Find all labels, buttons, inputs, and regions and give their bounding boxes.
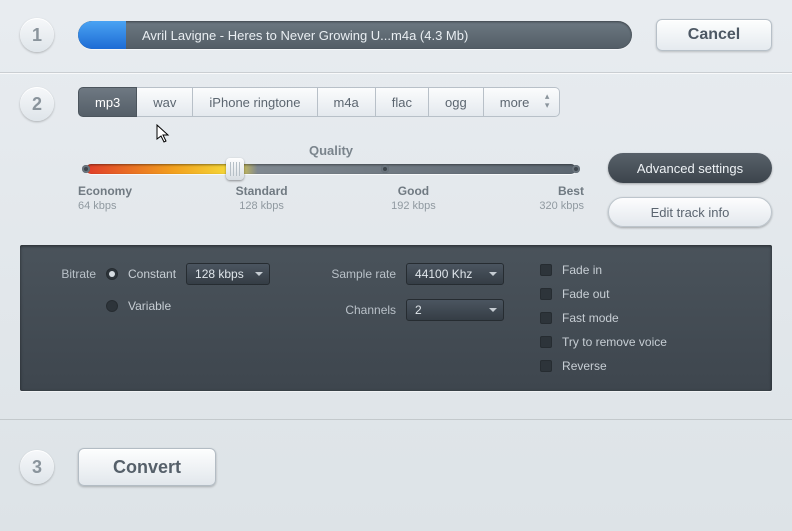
quality-title: Quality <box>78 143 584 158</box>
fade-out-label: Fade out <box>562 287 609 301</box>
step2-badge: 2 <box>20 87 54 121</box>
step1-badge: 1 <box>20 18 54 52</box>
fade-out-checkbox[interactable] <box>540 288 552 300</box>
sample-rate-select[interactable]: 44100 Khz <box>406 263 504 285</box>
reverse-label: Reverse <box>562 359 607 373</box>
tab-more[interactable]: more ▴▾ <box>484 87 561 117</box>
channels-label: Channels <box>306 303 396 317</box>
quality-good-kbps: 192 kbps <box>391 200 436 212</box>
quality-economy-kbps: 64 kbps <box>78 200 132 212</box>
quality-best-label: Best <box>539 184 584 198</box>
bitrate-constant-label: Constant <box>128 267 176 281</box>
file-progress-pill: Avril Lavigne - Heres to Never Growing U… <box>78 21 632 49</box>
reverse-checkbox[interactable] <box>540 360 552 372</box>
remove-voice-label: Try to remove voice <box>562 335 667 349</box>
quality-standard-label: Standard <box>236 184 288 198</box>
tab-more-label: more <box>500 95 530 110</box>
tab-ogg[interactable]: ogg <box>429 87 484 117</box>
upload-progress-bar <box>78 21 126 49</box>
sample-rate-label: Sample rate <box>306 267 396 281</box>
step2-row: 2 mp3 wav iPhone ringtone m4a flac ogg m… <box>0 73 792 227</box>
tab-mp3[interactable]: mp3 <box>78 87 137 117</box>
bitrate-variable-label: Variable <box>128 299 171 313</box>
quality-slider-thumb[interactable] <box>226 158 244 180</box>
step3-badge: 3 <box>20 450 54 484</box>
bitrate-variable-radio[interactable] <box>106 300 118 312</box>
bitrate-select[interactable]: 128 kbps <box>186 263 270 285</box>
bitrate-constant-radio[interactable] <box>106 268 118 280</box>
quality-good-label: Good <box>391 184 436 198</box>
edit-track-info-button[interactable]: Edit track info <box>608 197 772 227</box>
fade-in-label: Fade in <box>562 263 602 277</box>
fast-mode-checkbox[interactable] <box>540 312 552 324</box>
bitrate-label: Bitrate <box>40 267 96 281</box>
tab-iphone-ringtone[interactable]: iPhone ringtone <box>193 87 317 117</box>
advanced-settings-button[interactable]: Advanced settings <box>608 153 772 183</box>
advanced-panel: Bitrate Constant 128 kbps Variable Sampl… <box>20 245 772 391</box>
fade-in-checkbox[interactable] <box>540 264 552 276</box>
remove-voice-checkbox[interactable] <box>540 336 552 348</box>
quality-standard-kbps: 128 kbps <box>236 200 288 212</box>
chevrons-icon: ▴▾ <box>545 92 550 110</box>
tab-wav[interactable]: wav <box>137 87 193 117</box>
tab-m4a[interactable]: m4a <box>318 87 376 117</box>
channels-select[interactable]: 2 <box>406 299 504 321</box>
quality-economy-label: Economy <box>78 184 132 198</box>
tab-flac[interactable]: flac <box>376 87 429 117</box>
convert-button[interactable]: Convert <box>78 448 216 486</box>
format-tabs: mp3 wav iPhone ringtone m4a flac ogg mor… <box>78 87 772 117</box>
cancel-button[interactable]: Cancel <box>656 19 772 51</box>
step1-row: 1 Avril Lavigne - Heres to Never Growing… <box>0 0 792 73</box>
quality-slider[interactable] <box>86 164 576 174</box>
quality-best-kbps: 320 kbps <box>539 200 584 212</box>
step3-row: 3 Convert <box>0 420 792 522</box>
file-name-label: Avril Lavigne - Heres to Never Growing U… <box>142 28 468 43</box>
fast-mode-label: Fast mode <box>562 311 619 325</box>
